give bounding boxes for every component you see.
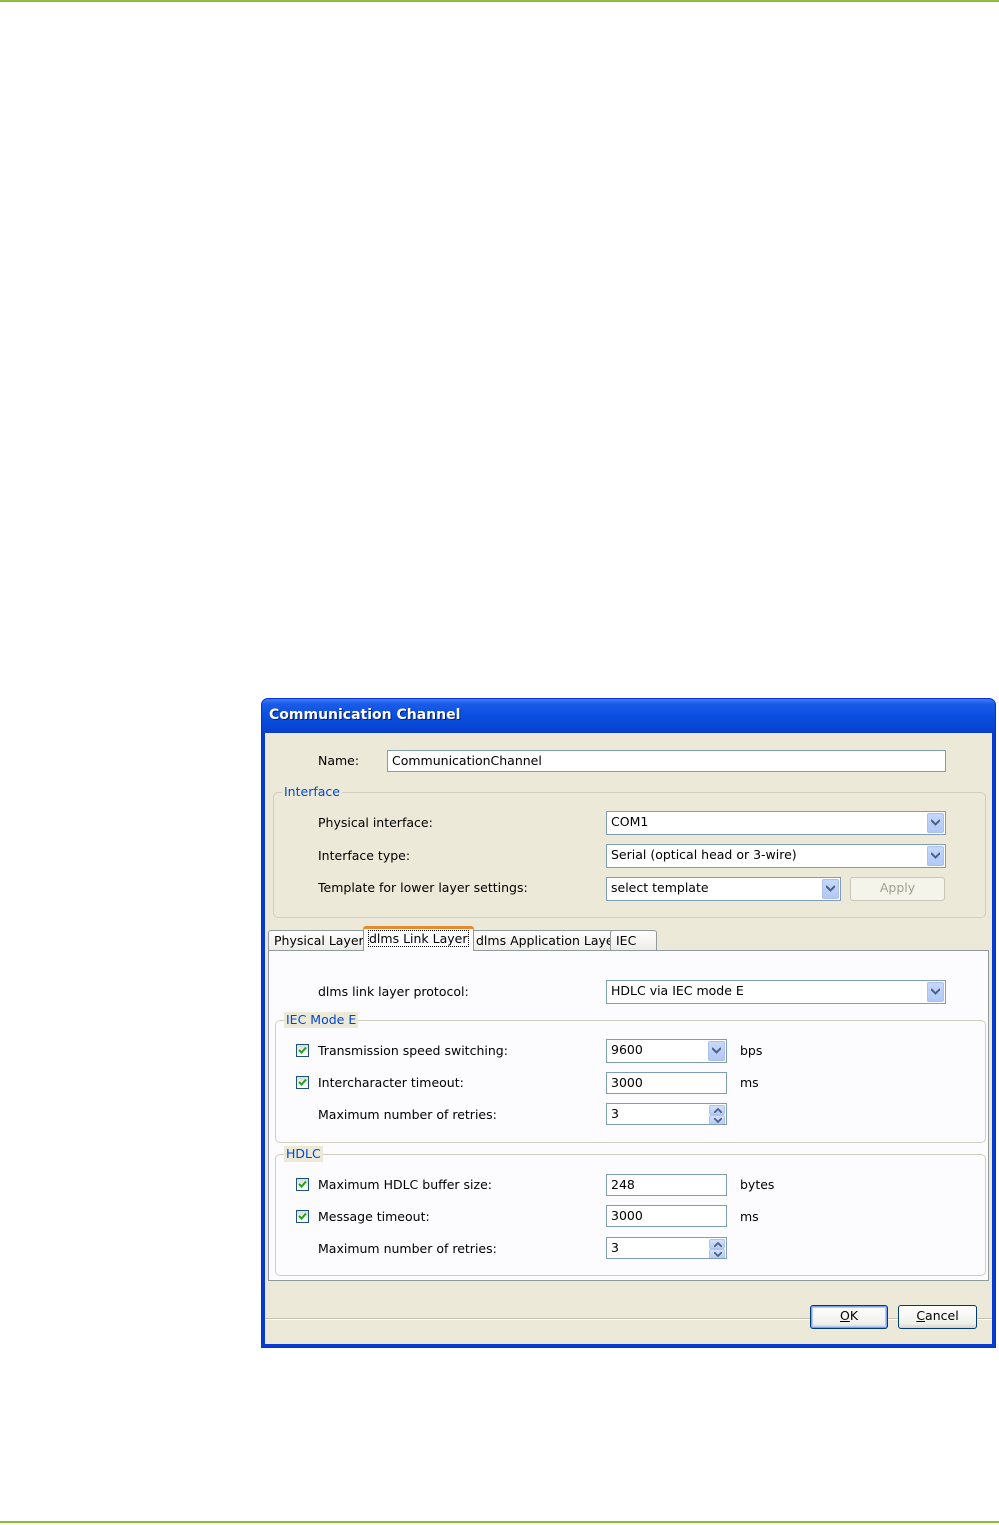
hdlc-max-retries-label: Maximum number of retries:	[318, 1241, 497, 1256]
iec-mode-e-legend: IEC Mode E	[284, 1012, 359, 1028]
speed-unit: bps	[740, 1043, 763, 1058]
iec-max-retries-value: 3	[611, 1106, 619, 1121]
ok-mnemonic: O	[839, 1308, 850, 1323]
message-timeout-input[interactable]: 3000	[606, 1205, 727, 1227]
chevron-down-icon[interactable]	[927, 846, 944, 866]
spin-up-icon[interactable]	[709, 1105, 725, 1115]
cancel-mnemonic: C	[916, 1308, 926, 1323]
tab-label: Physical Layer	[274, 933, 364, 948]
buffer-size-checkbox[interactable]	[296, 1178, 309, 1191]
link-protocol-label: dlms link layer protocol:	[318, 984, 469, 999]
physical-interface-select[interactable]: COM1	[606, 811, 946, 835]
cancel-button[interactable]: Cancel	[898, 1305, 977, 1329]
link-protocol-select[interactable]: HDLC via IEC mode E	[606, 980, 946, 1004]
buffer-size-input[interactable]: 248	[606, 1174, 727, 1196]
chevron-down-icon[interactable]	[927, 982, 944, 1002]
tab-physical-layer[interactable]: Physical Layer	[268, 930, 370, 951]
spinner	[709, 1239, 725, 1258]
spin-up-icon[interactable]	[709, 1239, 725, 1249]
title-bar[interactable]: Communication Channel	[262, 699, 995, 733]
communication-channel-dialog: Communication Channel Name: Communicatio…	[261, 698, 996, 1348]
physical-interface-label: Physical interface:	[318, 815, 433, 830]
template-value: select template	[611, 880, 709, 895]
chevron-down-icon[interactable]	[822, 879, 839, 899]
chevron-down-icon[interactable]	[708, 1041, 725, 1061]
ok-button[interactable]: OK	[810, 1305, 888, 1329]
intercharacter-timeout-unit: ms	[740, 1075, 759, 1090]
message-timeout-unit: ms	[740, 1209, 759, 1224]
speed-switching-checkbox[interactable]	[296, 1044, 309, 1057]
message-timeout-checkbox[interactable]	[296, 1210, 309, 1223]
name-input[interactable]: CommunicationChannel	[387, 750, 946, 772]
hdlc-legend: HDLC	[284, 1146, 323, 1162]
interface-legend: Interface	[282, 784, 342, 800]
tab-dlms-link-layer[interactable]: dlms Link Layer	[363, 926, 474, 951]
page-top-rule	[0, 0, 999, 2]
physical-interface-value: COM1	[611, 814, 649, 829]
intercharacter-timeout-checkbox[interactable]	[296, 1076, 309, 1089]
buffer-size-unit: bytes	[740, 1177, 775, 1192]
hdlc-max-retries-stepper[interactable]: 3	[606, 1237, 727, 1259]
apply-button[interactable]: Apply	[850, 877, 945, 901]
name-label: Name:	[318, 753, 360, 768]
chevron-down-icon[interactable]	[927, 813, 944, 833]
template-select[interactable]: select template	[606, 877, 841, 901]
interface-type-value: Serial (optical head or 3-wire)	[611, 847, 797, 862]
window-title: Communication Channel	[269, 707, 461, 723]
dialog-client-area: Name: CommunicationChannel Interface Phy…	[265, 733, 992, 1344]
checkmark-icon	[298, 1212, 307, 1220]
buffer-size-label: Maximum HDLC buffer size:	[318, 1177, 492, 1192]
intercharacter-timeout-input[interactable]: 3000	[606, 1072, 727, 1094]
checkmark-icon	[298, 1046, 307, 1054]
tab-label: dlms Link Layer	[368, 930, 469, 947]
ok-label-rest: K	[849, 1308, 859, 1323]
tab-label: IEC	[616, 933, 637, 948]
spin-down-icon[interactable]	[709, 1249, 725, 1258]
spinner	[709, 1105, 725, 1124]
link-protocol-value: HDLC via IEC mode E	[611, 983, 744, 998]
tab-label: dlms Application Layer	[476, 933, 619, 948]
tab-dlms-application-layer[interactable]: dlms Application Layer	[470, 930, 625, 951]
template-label: Template for lower layer settings:	[318, 880, 528, 895]
speed-switching-label: Transmission speed switching:	[318, 1043, 508, 1058]
hdlc-max-retries-value: 3	[611, 1240, 619, 1255]
cancel-label-rest: ancel	[925, 1308, 959, 1323]
checkmark-icon	[298, 1078, 307, 1086]
speed-switching-value: 9600	[611, 1042, 643, 1057]
intercharacter-timeout-label: Intercharacter timeout:	[318, 1075, 464, 1090]
spin-down-icon[interactable]	[709, 1115, 725, 1124]
checkmark-icon	[298, 1180, 307, 1188]
iec-max-retries-label: Maximum number of retries:	[318, 1107, 497, 1122]
tab-iec[interactable]: IEC	[610, 930, 657, 951]
interface-type-select[interactable]: Serial (optical head or 3-wire)	[606, 844, 946, 868]
speed-switching-select[interactable]: 9600	[606, 1039, 727, 1063]
page-bottom-rule	[0, 1521, 999, 1523]
iec-max-retries-stepper[interactable]: 3	[606, 1103, 727, 1125]
interface-type-label: Interface type:	[318, 848, 411, 863]
message-timeout-label: Message timeout:	[318, 1209, 430, 1224]
